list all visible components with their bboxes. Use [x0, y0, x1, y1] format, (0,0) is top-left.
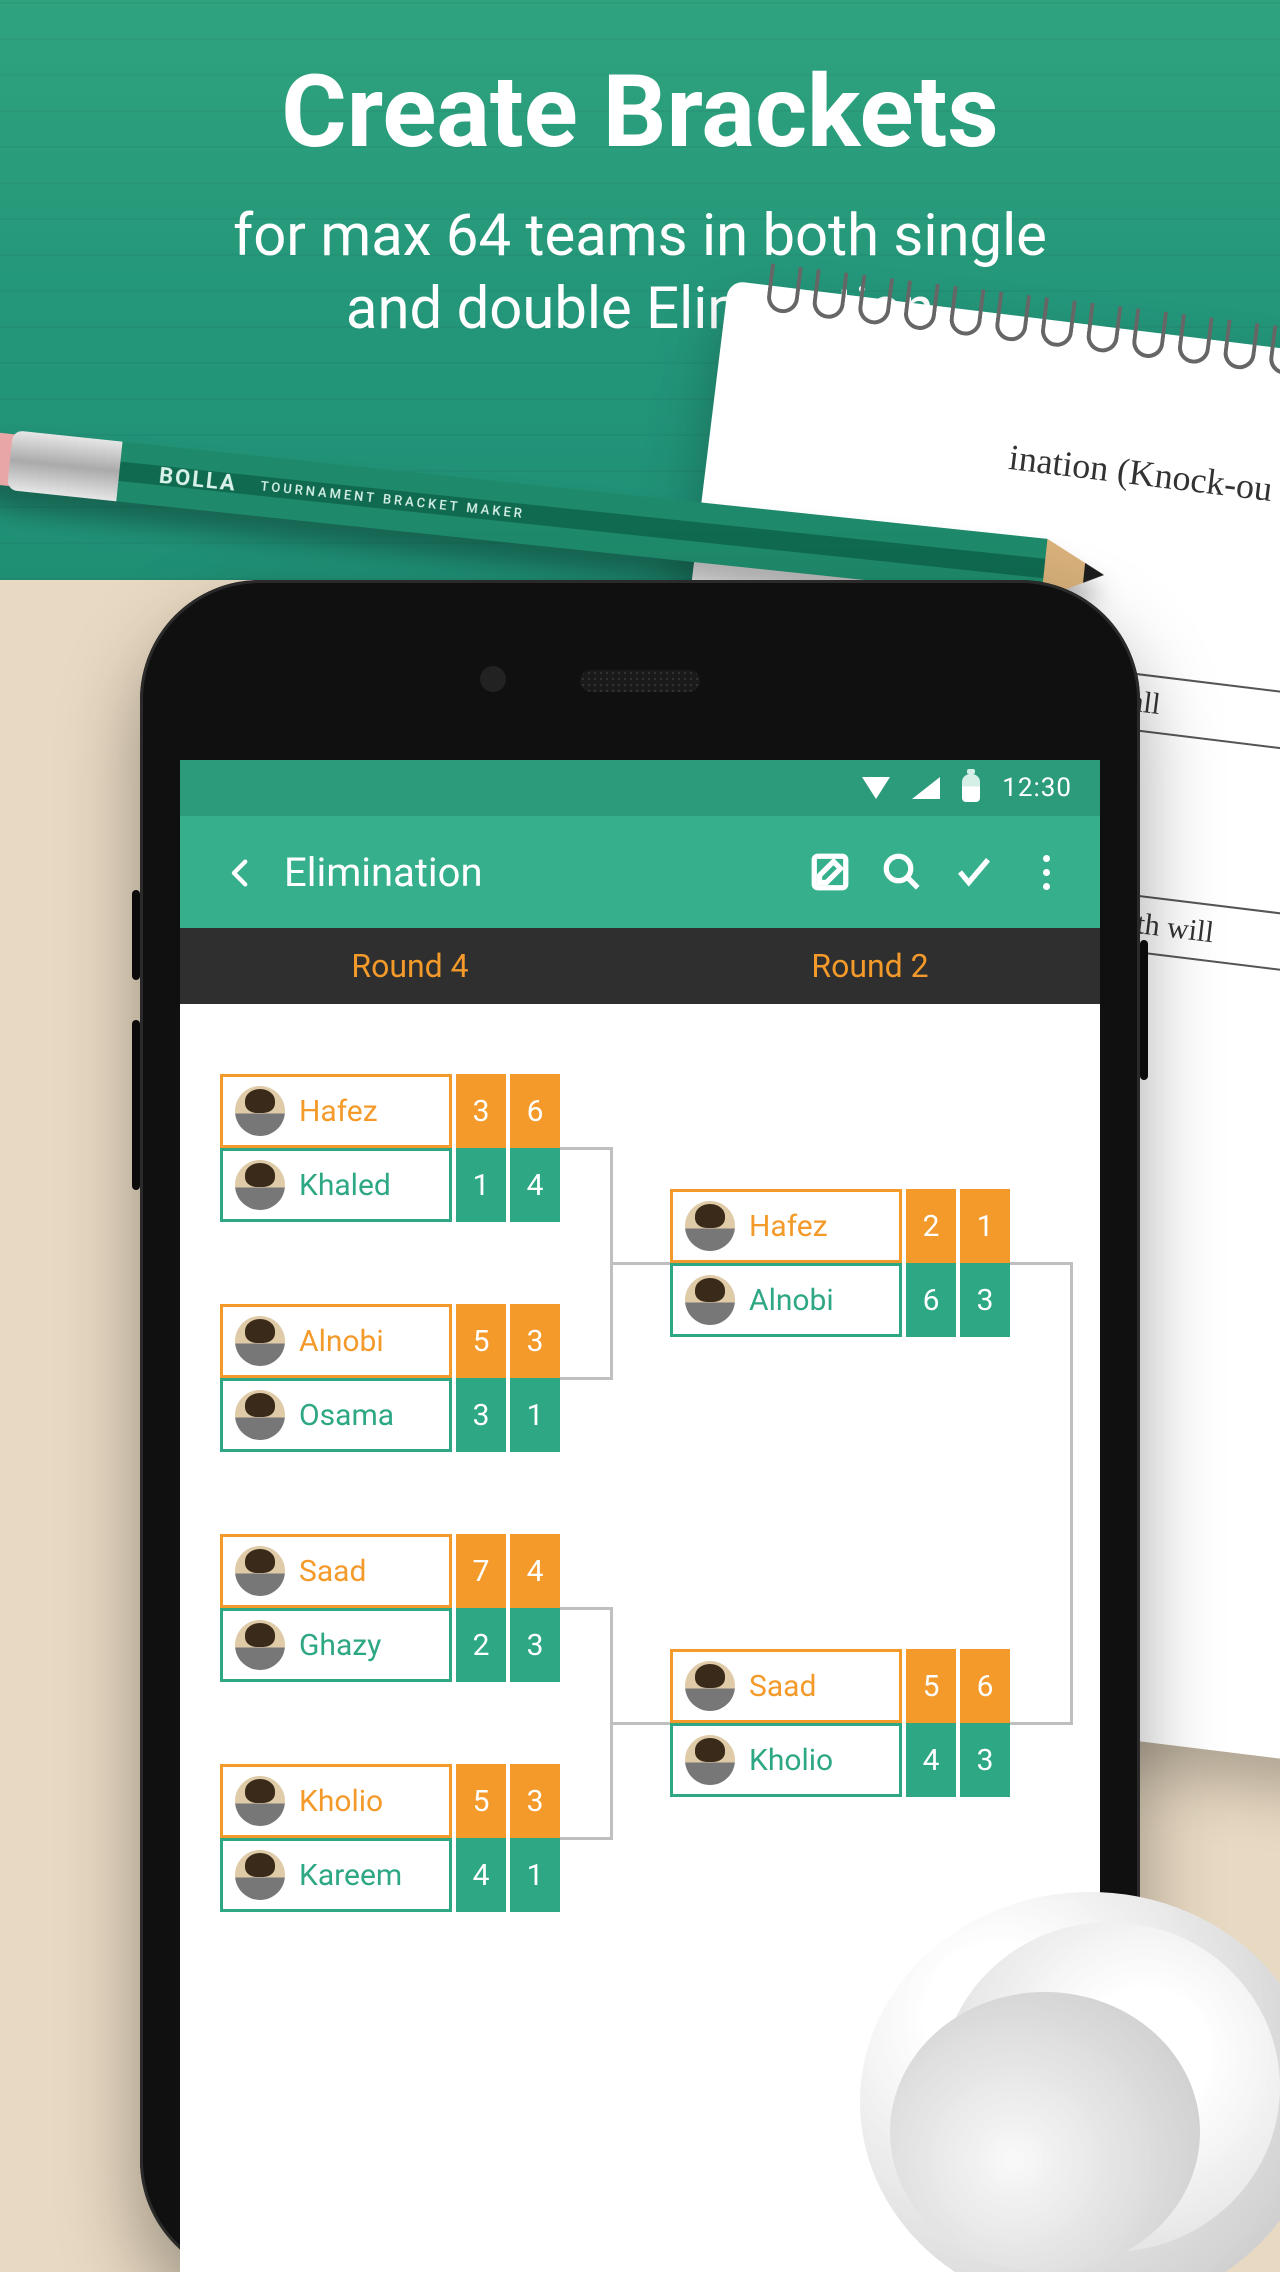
player-name: Osama: [299, 1398, 394, 1433]
score-cell: 5: [906, 1649, 956, 1723]
back-button[interactable]: [198, 832, 284, 913]
avatar: [685, 1201, 735, 1251]
player-name: Alnobi: [299, 1324, 384, 1359]
search-button[interactable]: [866, 836, 938, 908]
score-cell: 6: [960, 1649, 1010, 1723]
score-cell: 4: [510, 1148, 560, 1222]
avatar: [685, 1275, 735, 1325]
match-l2[interactable]: Alnobi 53 Osama 31: [220, 1304, 560, 1452]
promo-title: Create Brackets: [0, 60, 1280, 165]
player-name: Kareem: [299, 1858, 402, 1893]
score-cell: 1: [510, 1378, 560, 1452]
player-name: Kholio: [299, 1784, 383, 1819]
phone-camera: [480, 666, 506, 692]
score-cell: 2: [456, 1608, 506, 1682]
match-l4[interactable]: Kholio 53 Kareem 41: [220, 1764, 560, 1912]
score-cell: 3: [456, 1378, 506, 1452]
player-name: Kholio: [749, 1743, 833, 1778]
confirm-button[interactable]: [938, 836, 1010, 908]
score-cell: 3: [510, 1608, 560, 1682]
status-bar: 12:30: [180, 760, 1100, 816]
overflow-menu-button[interactable]: [1010, 836, 1082, 908]
score-cell: 5: [456, 1304, 506, 1378]
avatar: [235, 1850, 285, 1900]
match-r2[interactable]: Saad 56 Kholio 43: [670, 1649, 1010, 1797]
score-cell: 6: [510, 1074, 560, 1148]
notebook-heading: ination (Knock-ou: [1007, 436, 1275, 510]
battery-icon: [962, 774, 980, 802]
round-tab-bar: Round 4 Round 2: [180, 928, 1100, 1004]
edit-button[interactable]: [794, 836, 866, 908]
score-cell: 2: [906, 1189, 956, 1263]
match-r1[interactable]: Hafez 21 Alnobi 63: [670, 1189, 1010, 1337]
score-cell: 1: [510, 1838, 560, 1912]
avatar: [685, 1735, 735, 1785]
wifi-icon: [862, 777, 890, 799]
score-cell: 1: [960, 1189, 1010, 1263]
score-cell: 7: [456, 1534, 506, 1608]
round-tab-left[interactable]: Round 4: [180, 928, 640, 1004]
score-cell: 3: [510, 1764, 560, 1838]
toolbar-title: Elimination: [284, 849, 794, 896]
avatar: [235, 1546, 285, 1596]
player-name: Saad: [749, 1669, 816, 1704]
player-name: Saad: [299, 1554, 366, 1589]
score-cell: 3: [960, 1263, 1010, 1337]
player-name: Ghazy: [299, 1628, 381, 1663]
score-cell: 4: [456, 1838, 506, 1912]
score-cell: 4: [510, 1534, 560, 1608]
score-cell: 3: [960, 1723, 1010, 1797]
player-name: Khaled: [299, 1168, 391, 1203]
avatar: [235, 1086, 285, 1136]
avatar: [235, 1620, 285, 1670]
phone-earpiece: [580, 670, 700, 692]
player-name: Hafez: [749, 1209, 828, 1244]
score-cell: 6: [906, 1263, 956, 1337]
score-cell: 5: [456, 1764, 506, 1838]
round-tab-right[interactable]: Round 2: [640, 928, 1100, 1004]
match-l3[interactable]: Saad 74 Ghazy 23: [220, 1534, 560, 1682]
app-toolbar: Elimination: [180, 816, 1100, 928]
avatar: [235, 1390, 285, 1440]
status-time: 12:30: [1002, 773, 1072, 803]
score-cell: 1: [456, 1148, 506, 1222]
player-name: Hafez: [299, 1094, 378, 1129]
avatar: [235, 1160, 285, 1210]
signal-icon: [912, 777, 940, 799]
pencil-brand: BOLLA: [158, 463, 238, 496]
score-cell: 3: [510, 1304, 560, 1378]
player-name: Alnobi: [749, 1283, 834, 1318]
avatar: [235, 1776, 285, 1826]
match-l1[interactable]: Hafez 36 Khaled 14: [220, 1074, 560, 1222]
score-cell: 3: [456, 1074, 506, 1148]
avatar: [685, 1661, 735, 1711]
pencil-tagline: TOURNAMENT BRACKET MAKER: [260, 479, 526, 522]
avatar: [235, 1316, 285, 1366]
score-cell: 4: [906, 1723, 956, 1797]
